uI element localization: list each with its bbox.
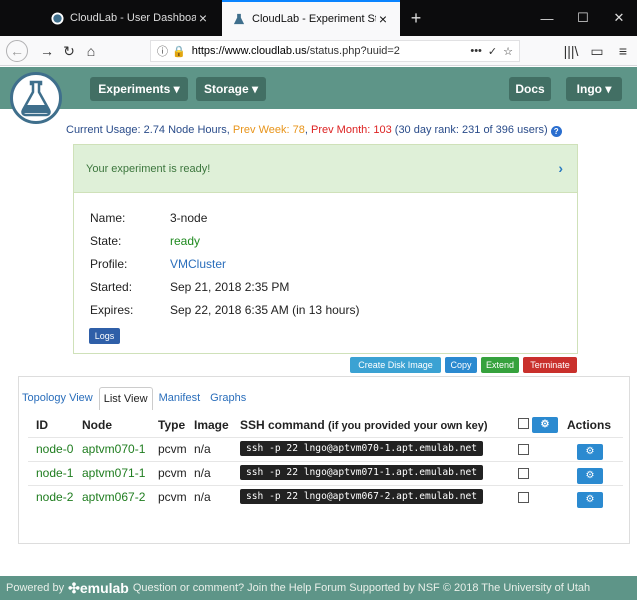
gear-icon: ⚙ xyxy=(577,491,603,508)
ssh-command[interactable]: ssh -p 22 lngo@aptvm071-1.apt.emulab.net xyxy=(240,465,484,480)
home-icon[interactable]: ⌂ xyxy=(80,40,102,62)
tab-title: CloudLab - Experiment Status xyxy=(252,13,376,25)
tab-topology-view[interactable]: Topology View xyxy=(18,387,97,410)
back-arrow-icon[interactable]: ← xyxy=(6,40,28,62)
footer-text: Question or comment? Join the Help Forum… xyxy=(132,582,591,594)
ready-banner[interactable]: Your experiment is ready! › xyxy=(74,145,577,193)
profile-link[interactable]: VMCluster xyxy=(170,257,226,271)
row-checkbox[interactable] xyxy=(518,492,529,506)
powered-by-text: Powered by xyxy=(6,582,65,594)
row-checkbox[interactable] xyxy=(518,444,529,458)
select-all-checkbox[interactable] xyxy=(518,418,529,432)
experiment-status-panel: Your experiment is ready! › Name: 3-node… xyxy=(73,144,578,354)
cloudlab-favicon-icon xyxy=(50,11,64,25)
browser-toolbar: ← → ↻ ⌂ ⓘ 🔒 https://www.cloudlab.us/stat… xyxy=(0,36,637,66)
row-checkbox[interactable] xyxy=(518,468,529,482)
flask-favicon-icon xyxy=(232,12,246,26)
tab-graphs[interactable]: Graphs xyxy=(206,387,250,410)
tab-user-dashboard[interactable]: CloudLab - User Dashboard × xyxy=(40,0,220,36)
node-host-link[interactable]: aptvm067-2 xyxy=(82,490,145,504)
started-time: Sep 21, 2018 2:35 PM xyxy=(170,280,290,294)
usage-summary: Current Usage: 2.74 Node Hours, Prev Wee… xyxy=(66,124,562,137)
node-host-link[interactable]: aptvm070-1 xyxy=(82,442,145,456)
gear-icon: ⚙ xyxy=(577,443,603,460)
sidebar-icon[interactable]: ▭ xyxy=(586,40,608,62)
help-icon[interactable]: ? xyxy=(550,126,562,137)
page-actions-icon[interactable]: ••• xyxy=(470,45,482,57)
terminate-button[interactable]: Terminate xyxy=(523,357,577,373)
forward-arrow-icon[interactable]: → xyxy=(36,40,58,62)
tab-title: CloudLab - User Dashboard xyxy=(70,12,196,24)
ready-message: Your experiment is ready! xyxy=(86,162,211,175)
info-row-profile: Profile: VMCluster xyxy=(90,257,227,271)
info-row-expires: Expires: Sep 22, 2018 6:35 AM (in 13 hou… xyxy=(90,303,360,317)
prev-week-usage: Prev Week: 78 xyxy=(232,124,305,136)
reload-icon[interactable]: ↻ xyxy=(58,40,80,62)
hamburger-menu-icon[interactable]: ≡ xyxy=(612,40,634,62)
ssh-command[interactable]: ssh -p 22 lngo@aptvm067-2.apt.emulab.net xyxy=(240,489,484,504)
logs-button[interactable]: Logs xyxy=(89,328,120,344)
browser-tab-bar: CloudLab - User Dashboard × CloudLab - E… xyxy=(0,0,637,36)
experiment-name: 3-node xyxy=(170,211,208,225)
prev-month-usage: Prev Month: 103 xyxy=(311,124,392,136)
node-id-link[interactable]: node-2 xyxy=(36,490,73,504)
minimize-icon[interactable]: — xyxy=(529,0,565,36)
gear-icon: ⚙ xyxy=(532,416,558,433)
storage-menu-button[interactable]: Storage ▾ xyxy=(196,77,266,101)
library-icon[interactable]: |||\ xyxy=(560,40,582,62)
bookmark-star-icon[interactable]: ☆ xyxy=(503,45,513,58)
tab-close-icon[interactable]: × xyxy=(196,10,210,26)
pocket-icon[interactable]: ✓ xyxy=(488,45,497,58)
ssh-command[interactable]: ssh -p 22 lngo@aptvm070-1.apt.emulab.net xyxy=(240,441,484,456)
maximize-icon[interactable]: ☐ xyxy=(565,0,601,36)
extend-button[interactable]: Extend xyxy=(481,357,519,373)
gear-icon: ⚙ xyxy=(577,467,603,484)
close-window-icon[interactable]: ✕ xyxy=(601,0,637,36)
usage-rank: (30 day rank: 231 of 396 users) xyxy=(391,124,548,136)
tab-close-icon[interactable]: × xyxy=(376,11,390,27)
node-host-link[interactable]: aptvm071-1 xyxy=(82,466,145,480)
tab-list-view[interactable]: List View xyxy=(98,387,153,410)
node-id-link[interactable]: node-0 xyxy=(36,442,73,456)
info-row-started: Started: Sep 21, 2018 2:35 PM xyxy=(90,280,290,294)
chevron-right-icon[interactable]: › xyxy=(558,160,563,176)
experiment-state: ready xyxy=(170,234,201,248)
new-tab-button[interactable]: + xyxy=(404,6,428,30)
current-usage: Current Usage: 2.74 Node Hours, xyxy=(66,124,233,136)
lock-icon: 🔒 xyxy=(172,45,186,58)
create-disk-image-button[interactable]: Create Disk Image xyxy=(350,357,441,373)
tab-experiment-status[interactable]: CloudLab - Experiment Status × xyxy=(222,0,400,36)
copy-button[interactable]: Copy xyxy=(445,357,477,373)
emulab-logo[interactable]: ✣emulab xyxy=(68,580,129,597)
info-icon[interactable]: ⓘ xyxy=(157,43,168,59)
node-id-link[interactable]: node-1 xyxy=(36,466,73,480)
info-row-name: Name: 3-node xyxy=(90,211,208,225)
address-bar[interactable]: ⓘ 🔒 https://www.cloudlab.us/status.php?u… xyxy=(150,40,520,62)
info-row-state: State: ready xyxy=(90,234,201,248)
experiments-menu-button[interactable]: Experiments ▾ xyxy=(90,77,188,101)
view-tabs: Topology View List View Manifest Graphs xyxy=(18,387,252,410)
user-menu-button[interactable]: Ingo ▾ xyxy=(566,77,622,101)
cloudlab-logo-icon[interactable] xyxy=(10,72,62,124)
docs-button[interactable]: Docs xyxy=(509,77,551,101)
url-text[interactable]: https://www.cloudlab.us/status.php?uuid=… xyxy=(192,45,465,57)
expires-time: Sep 22, 2018 6:35 AM (in 13 hours) xyxy=(170,303,360,317)
page-footer: Powered by ✣emulab Question or comment? … xyxy=(0,576,637,600)
tab-manifest[interactable]: Manifest xyxy=(155,387,205,410)
